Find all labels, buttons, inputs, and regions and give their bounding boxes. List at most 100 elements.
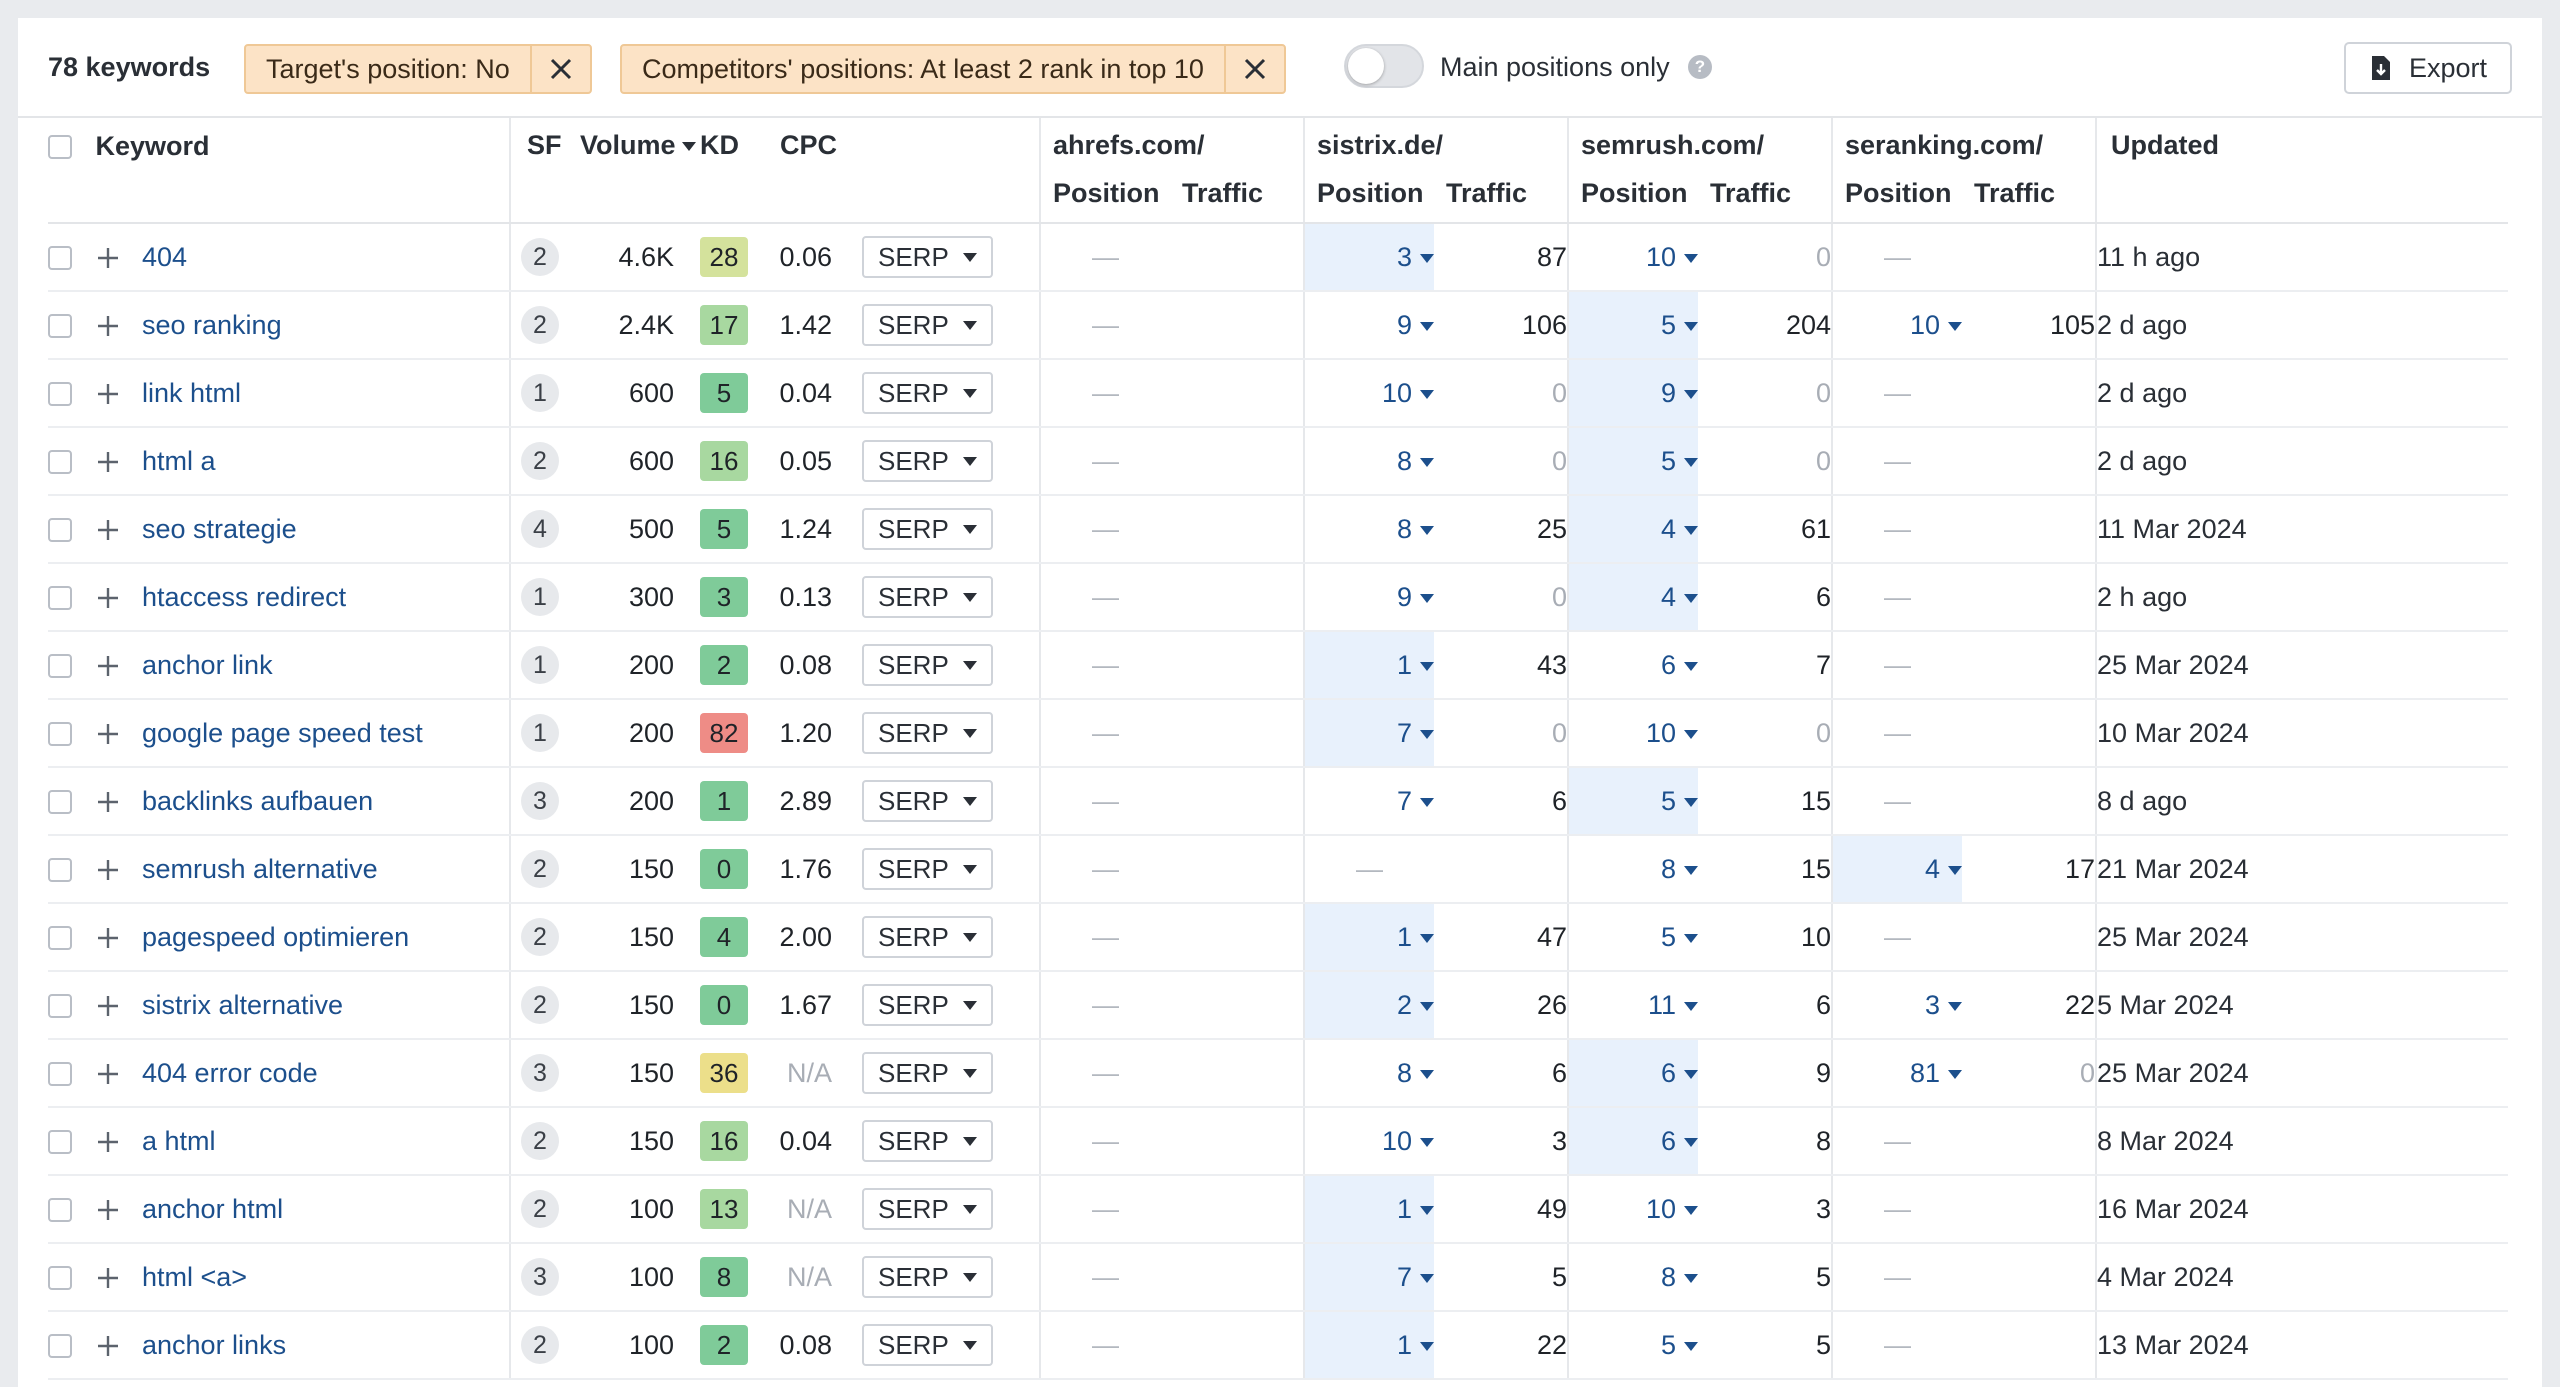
position-semrush[interactable]: 4 bbox=[1568, 495, 1698, 564]
position-link[interactable]: 6 bbox=[1661, 1058, 1676, 1088]
header-position[interactable]: Position bbox=[1568, 174, 1698, 224]
position-link[interactable]: 81 bbox=[1910, 1058, 1940, 1088]
keyword-link[interactable]: anchor html bbox=[142, 1194, 283, 1224]
position-sistrix[interactable]: 9 bbox=[1304, 563, 1434, 632]
position-link[interactable]: 10 bbox=[1910, 310, 1940, 340]
position-link[interactable]: 8 bbox=[1397, 1058, 1412, 1088]
position-link[interactable]: 10 bbox=[1382, 378, 1412, 408]
position-sistrix[interactable]: 8 bbox=[1304, 427, 1434, 496]
position-semrush[interactable]: 6 bbox=[1568, 1107, 1698, 1176]
position-link[interactable]: 6 bbox=[1661, 1126, 1676, 1156]
header-sf[interactable]: SF bbox=[510, 118, 580, 224]
row-checkbox[interactable] bbox=[48, 789, 72, 814]
position-semrush[interactable]: 9 bbox=[1568, 359, 1698, 428]
position-semrush[interactable]: 5 bbox=[1568, 1311, 1698, 1380]
header-updated[interactable]: Updated bbox=[2096, 118, 2509, 224]
export-button[interactable]: Export bbox=[2344, 42, 2512, 94]
filter-chip-label[interactable]: Competitors' positions: At least 2 rank … bbox=[622, 54, 1224, 85]
position-semrush[interactable]: 10 bbox=[1568, 223, 1698, 292]
keyword-link[interactable]: seo strategie bbox=[142, 514, 297, 544]
row-checkbox[interactable] bbox=[48, 585, 72, 610]
plus-icon[interactable] bbox=[96, 994, 120, 1018]
serp-dropdown-button[interactable]: SERP bbox=[862, 576, 993, 618]
sf-badge[interactable]: 2 bbox=[521, 1122, 559, 1160]
sf-badge[interactable]: 1 bbox=[521, 578, 559, 616]
position-link[interactable]: 5 bbox=[1661, 1330, 1676, 1360]
plus-icon[interactable] bbox=[96, 654, 120, 678]
sf-badge[interactable]: 2 bbox=[521, 986, 559, 1024]
keyword-link[interactable]: 404 bbox=[142, 242, 187, 272]
serp-dropdown-button[interactable]: SERP bbox=[862, 984, 993, 1026]
row-checkbox[interactable] bbox=[48, 1197, 72, 1222]
position-sistrix[interactable]: 1 bbox=[1304, 903, 1434, 972]
header-volume[interactable]: Volume bbox=[580, 118, 700, 224]
sf-badge[interactable]: 1 bbox=[521, 646, 559, 684]
header-traffic[interactable]: Traffic bbox=[1434, 174, 1569, 224]
keyword-link[interactable]: anchor links bbox=[142, 1330, 286, 1360]
position-semrush[interactable]: 4 bbox=[1568, 563, 1698, 632]
plus-icon[interactable] bbox=[96, 1062, 120, 1086]
plus-icon[interactable] bbox=[96, 586, 120, 610]
position-seranking[interactable]: 4 bbox=[1832, 835, 1963, 904]
position-sistrix[interactable]: 3 bbox=[1304, 223, 1434, 292]
serp-dropdown-button[interactable]: SERP bbox=[862, 848, 993, 890]
keyword-link[interactable]: google page speed test bbox=[142, 718, 423, 748]
position-link[interactable]: 7 bbox=[1397, 718, 1412, 748]
position-link[interactable]: 2 bbox=[1397, 990, 1412, 1020]
sf-badge[interactable]: 2 bbox=[521, 306, 559, 344]
position-sistrix[interactable]: 1 bbox=[1304, 1175, 1434, 1244]
serp-dropdown-button[interactable]: SERP bbox=[862, 1120, 993, 1162]
keyword-link[interactable]: 404 error code bbox=[142, 1058, 318, 1088]
serp-dropdown-button[interactable]: SERP bbox=[862, 372, 993, 414]
position-sistrix[interactable]: 1 bbox=[1304, 1311, 1434, 1380]
position-link[interactable]: 9 bbox=[1397, 310, 1412, 340]
position-link[interactable]: 10 bbox=[1382, 1126, 1412, 1156]
position-link[interactable]: 5 bbox=[1661, 922, 1676, 952]
position-link[interactable]: 6 bbox=[1661, 650, 1676, 680]
position-sistrix[interactable]: 8 bbox=[1304, 495, 1434, 564]
sf-badge[interactable]: 3 bbox=[521, 1054, 559, 1092]
row-checkbox[interactable] bbox=[48, 1061, 72, 1086]
position-link[interactable]: 11 bbox=[1648, 990, 1676, 1020]
header-position[interactable]: Position bbox=[1832, 174, 1963, 224]
serp-dropdown-button[interactable]: SERP bbox=[862, 508, 993, 550]
close-icon[interactable] bbox=[1223, 46, 1284, 92]
position-seranking[interactable]: 81 bbox=[1832, 1039, 1963, 1108]
serp-dropdown-button[interactable]: SERP bbox=[862, 1324, 993, 1366]
keyword-link[interactable]: seo ranking bbox=[142, 310, 282, 340]
keyword-link[interactable]: html <a> bbox=[142, 1262, 247, 1292]
position-link[interactable]: 4 bbox=[1925, 854, 1940, 884]
position-semrush[interactable]: 5 bbox=[1568, 903, 1698, 972]
position-semrush[interactable]: 5 bbox=[1568, 767, 1698, 836]
keyword-link[interactable]: link html bbox=[142, 378, 241, 408]
row-checkbox[interactable] bbox=[48, 449, 72, 474]
serp-dropdown-button[interactable]: SERP bbox=[862, 1256, 993, 1298]
position-link[interactable]: 8 bbox=[1661, 854, 1676, 884]
header-keyword[interactable]: Keyword bbox=[48, 118, 511, 224]
position-sistrix[interactable]: 8 bbox=[1304, 1039, 1434, 1108]
plus-icon[interactable] bbox=[96, 858, 120, 882]
keyword-link[interactable]: semrush alternative bbox=[142, 854, 378, 884]
row-checkbox[interactable] bbox=[48, 1333, 72, 1358]
keyword-link[interactable]: pagespeed optimieren bbox=[142, 922, 409, 952]
help-icon[interactable]: ? bbox=[1688, 55, 1712, 79]
position-link[interactable]: 1 bbox=[1397, 1330, 1412, 1360]
position-link[interactable]: 8 bbox=[1661, 1262, 1676, 1292]
position-semrush[interactable]: 10 bbox=[1568, 699, 1698, 768]
plus-icon[interactable] bbox=[96, 1130, 120, 1154]
position-sistrix[interactable]: 7 bbox=[1304, 699, 1434, 768]
keyword-link[interactable]: sistrix alternative bbox=[142, 990, 343, 1020]
header-position[interactable]: Position bbox=[1040, 174, 1170, 224]
serp-dropdown-button[interactable]: SERP bbox=[862, 1188, 993, 1230]
position-link[interactable]: 7 bbox=[1397, 1262, 1412, 1292]
position-link[interactable]: 8 bbox=[1397, 446, 1412, 476]
row-checkbox[interactable] bbox=[48, 721, 72, 746]
sf-badge[interactable]: 4 bbox=[521, 510, 559, 548]
row-checkbox[interactable] bbox=[48, 1129, 72, 1154]
plus-icon[interactable] bbox=[96, 1334, 120, 1358]
position-sistrix[interactable]: 7 bbox=[1304, 1243, 1434, 1312]
serp-dropdown-button[interactable]: SERP bbox=[862, 440, 993, 482]
row-checkbox[interactable] bbox=[48, 1265, 72, 1290]
sf-badge[interactable]: 2 bbox=[521, 1326, 559, 1364]
plus-icon[interactable] bbox=[96, 1198, 120, 1222]
